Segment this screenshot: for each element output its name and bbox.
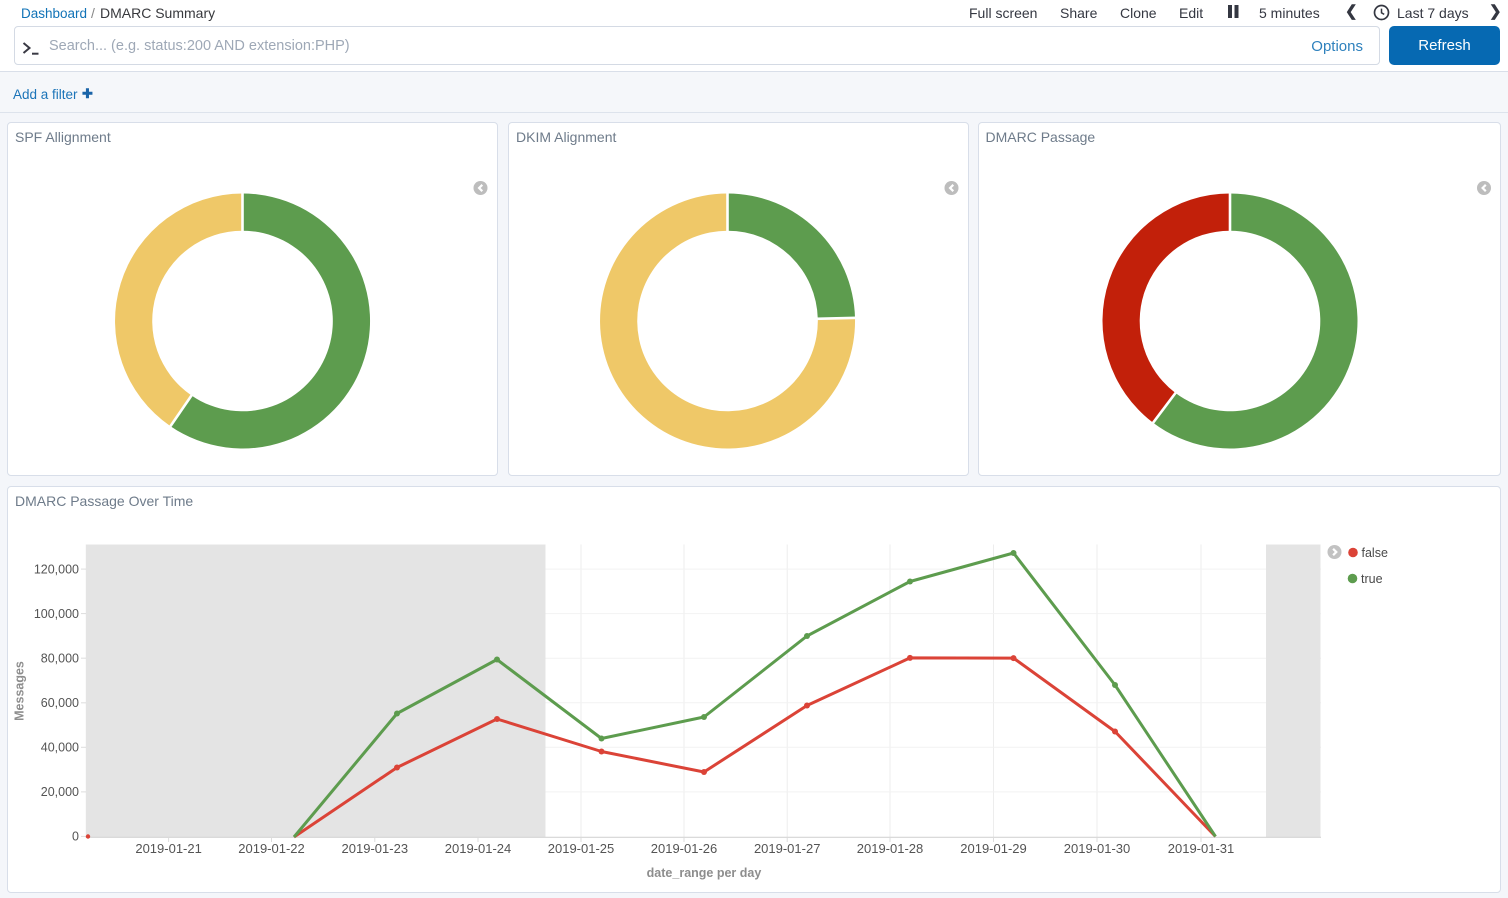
svg-text:100,000: 100,000 [34,607,79,621]
svg-text:20,000: 20,000 [41,785,79,799]
svg-text:0: 0 [72,830,79,844]
svg-text:2019-01-22: 2019-01-22 [238,841,305,856]
svg-text:2019-01-30: 2019-01-30 [1064,841,1131,856]
svg-text:date_range per day: date_range per day [647,866,762,880]
svg-text:80,000: 80,000 [41,651,79,665]
svg-text:2019-01-25: 2019-01-25 [548,841,615,856]
svg-text:2019-01-27: 2019-01-27 [754,841,821,856]
svg-text:Messages: Messages [13,661,27,721]
svg-text:120,000: 120,000 [34,562,79,576]
svg-text:true: true [1361,572,1383,586]
svg-text:2019-01-31: 2019-01-31 [1168,841,1235,856]
svg-text:2019-01-23: 2019-01-23 [342,841,409,856]
svg-text:false: false [1362,546,1388,560]
svg-text:2019-01-26: 2019-01-26 [651,841,718,856]
svg-text:2019-01-28: 2019-01-28 [857,841,924,856]
svg-text:2019-01-21: 2019-01-21 [135,841,202,856]
svg-text:40,000: 40,000 [41,741,79,755]
svg-text:2019-01-29: 2019-01-29 [960,841,1027,856]
svg-text:60,000: 60,000 [41,696,79,710]
svg-text:2019-01-24: 2019-01-24 [445,841,512,856]
